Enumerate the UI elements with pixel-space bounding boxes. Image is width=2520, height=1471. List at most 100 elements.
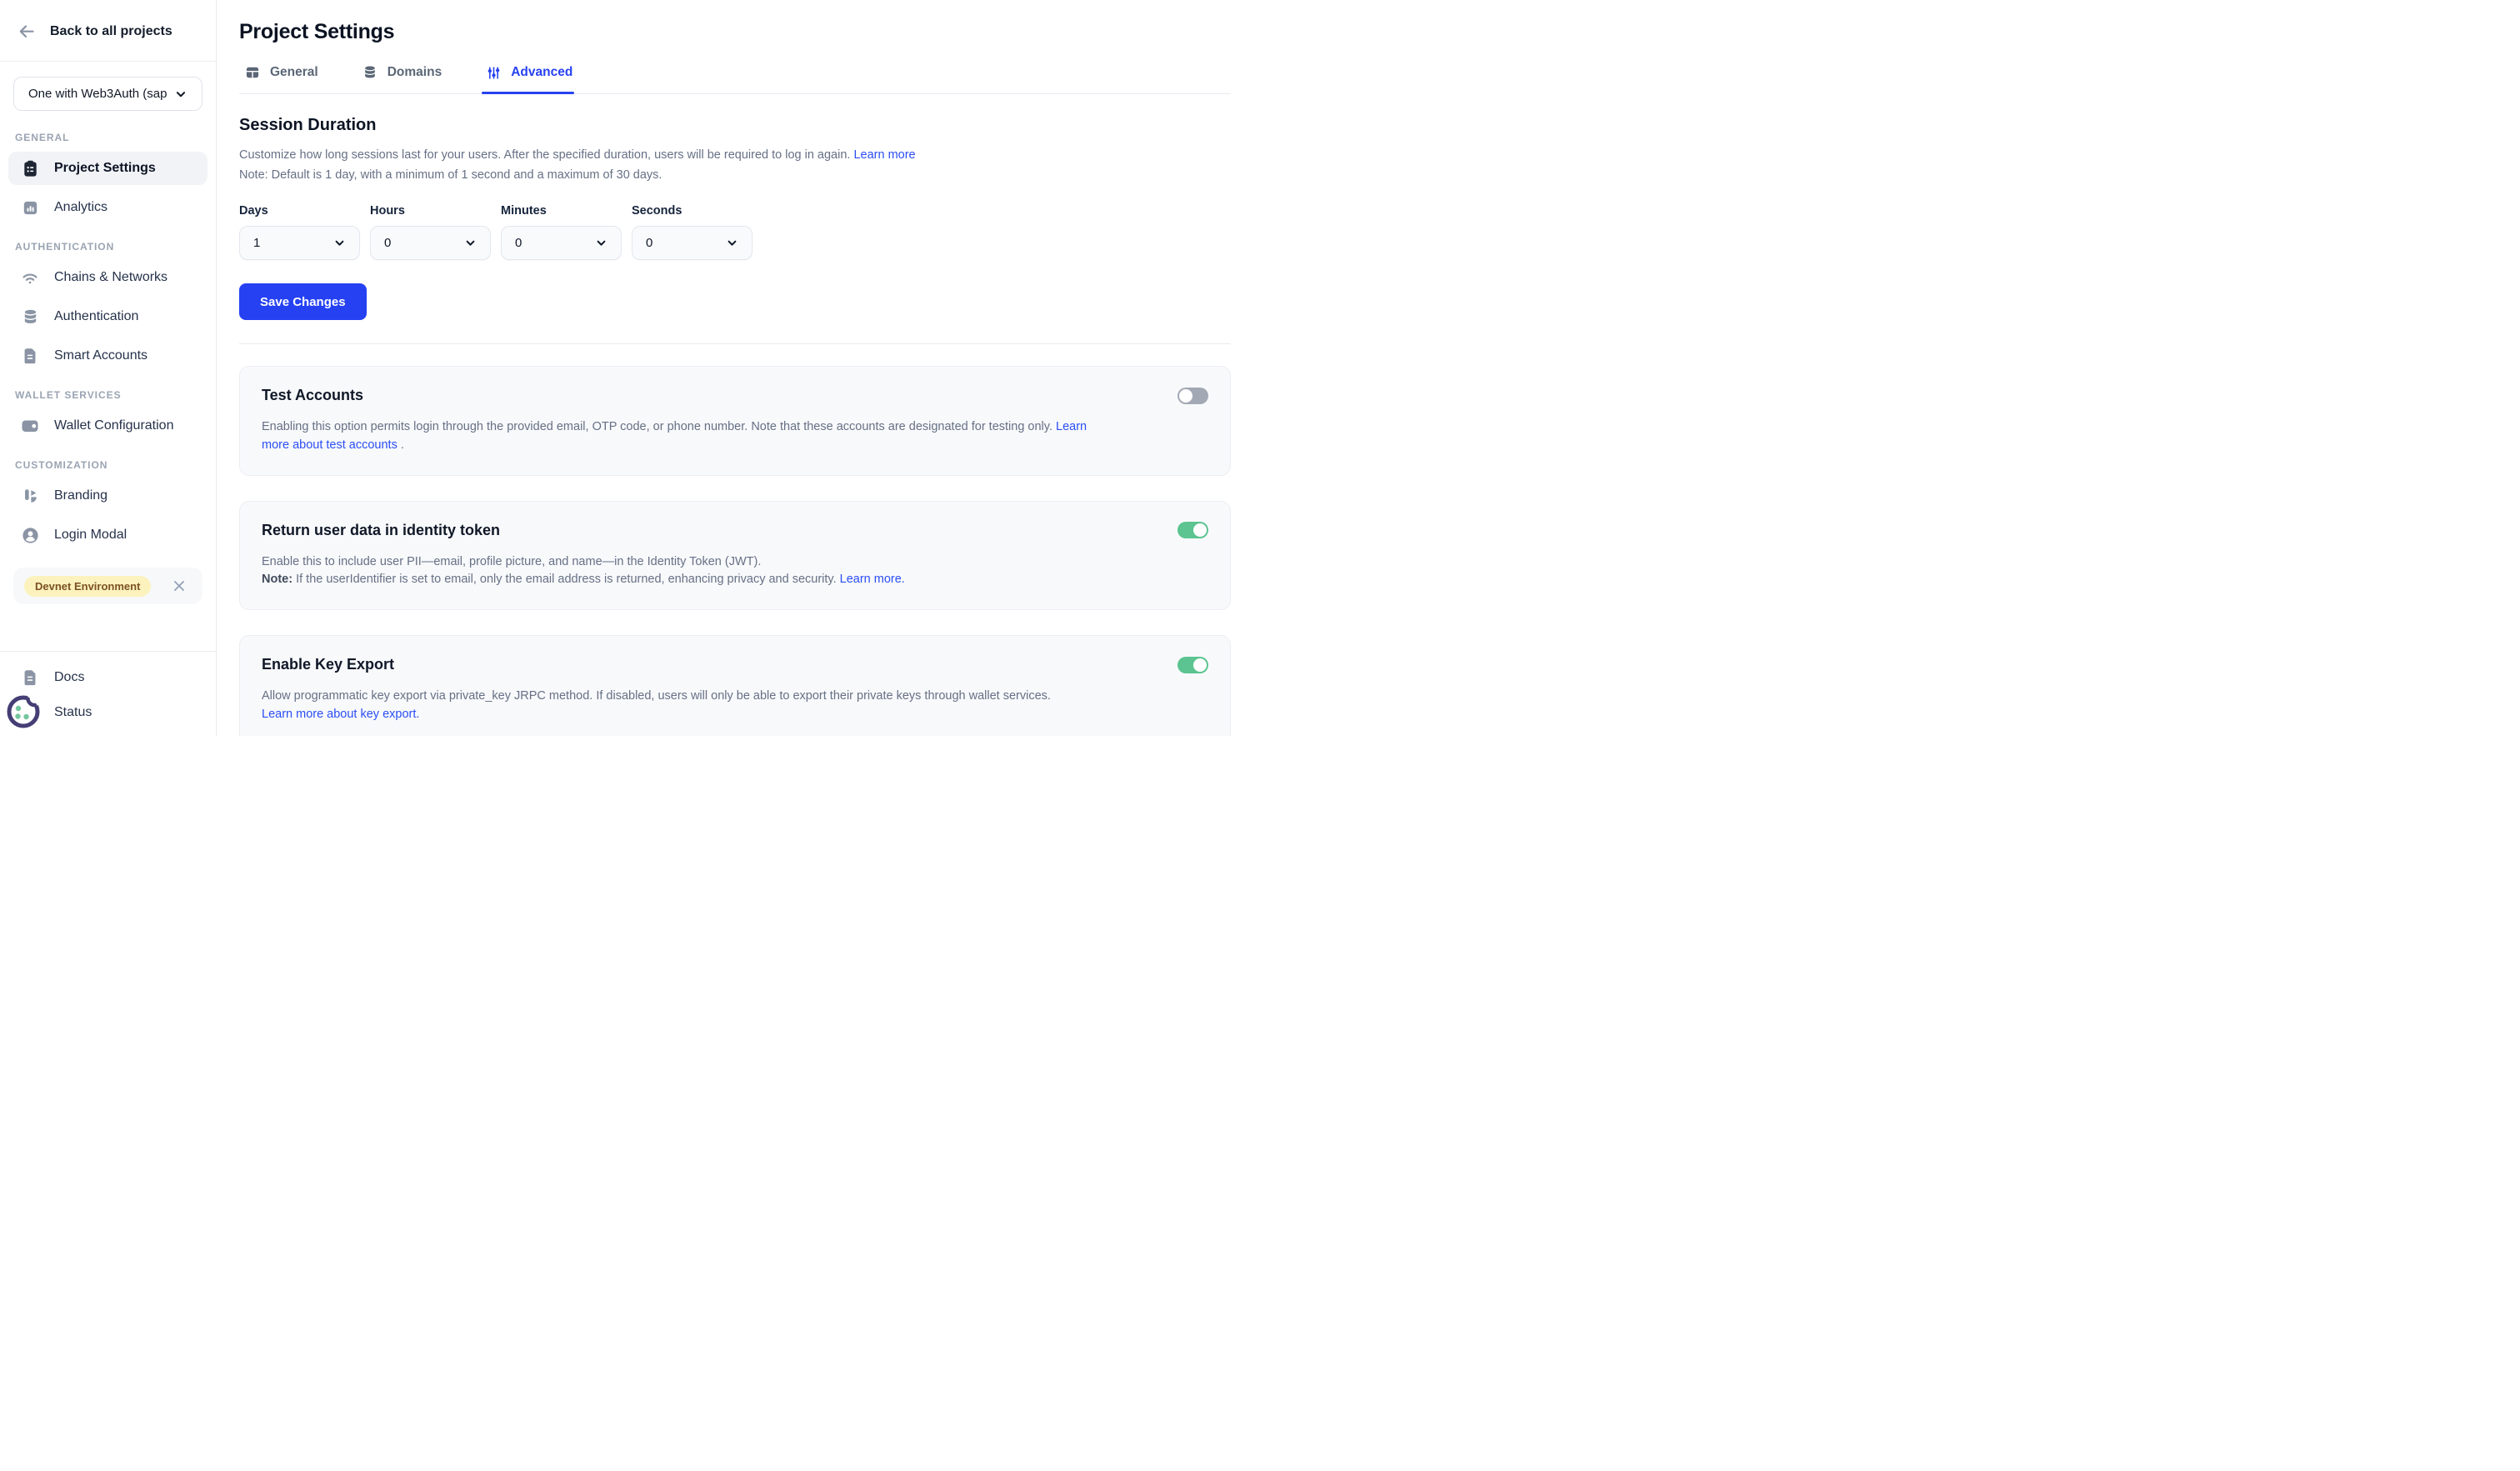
sidebar-item-label: Wallet Configuration [54,418,173,433]
sidebar-item-login-modal[interactable]: Login Modal [8,518,208,552]
sidebar-item-docs[interactable]: Docs [8,662,208,693]
days-value: 1 [253,236,260,250]
session-learn-more-link[interactable]: Learn more [853,148,915,162]
back-arrow-icon [17,22,37,42]
project-selector-value: One with Web3Auth (sap [28,87,167,101]
sliders-icon [483,63,503,83]
save-changes-button[interactable]: Save Changes [239,283,367,320]
section-divider [239,343,1231,344]
test-accounts-description-text: Enabling this option permits login throu… [262,420,1052,433]
days-label: Days [239,204,360,218]
document-icon [20,668,40,688]
tab-label: General [270,65,318,80]
test-accounts-description: Enabling this option permits login throu… [262,418,1099,455]
branding-icon [20,486,40,506]
back-to-projects-button[interactable]: Back to all projects [0,0,216,62]
duration-fields: Days 1 Hours 0 Minutes 0 [239,204,1231,260]
sidebar-section-customization: CUSTOMIZATION [15,459,201,471]
session-duration-description: Customize how long sessions last for you… [239,147,1231,164]
wifi-icon [20,268,40,288]
chevron-down-icon [591,233,611,253]
seconds-field: Seconds 0 [632,204,752,260]
project-selector-wrap: One with Web3Auth (sap [0,62,216,119]
table-icon [242,63,262,83]
key-export-learn-more-link[interactable]: Learn more about key export. [262,708,419,721]
test-accounts-card: Test Accounts Enabling this option permi… [239,366,1231,476]
back-to-projects-label: Back to all projects [50,24,172,39]
identity-token-card: Return user data in identity token Enabl… [239,501,1231,611]
test-accounts-suffix: . [398,438,404,452]
tab-domains[interactable]: Domains [358,63,443,93]
sidebar-item-authentication[interactable]: Authentication [8,300,208,333]
identity-token-note: Note: If the userIdentifier is set to em… [262,571,1208,589]
identity-token-toggle[interactable] [1178,522,1208,538]
page-title: Project Settings [239,20,1231,44]
tab-general[interactable]: General [241,63,320,93]
database-icon [20,307,40,327]
days-select[interactable]: 1 [239,226,360,260]
chevron-down-icon [460,233,480,253]
identity-token-learn-more-link[interactable]: Learn more. [840,573,905,586]
key-export-description: Allow programmatic key export via privat… [262,688,1208,706]
sidebar-item-branding[interactable]: Branding [8,479,208,513]
test-accounts-toggle[interactable] [1178,388,1208,404]
app-window: Back to all projects One with Web3Auth (… [0,0,1260,736]
chevron-down-icon [722,233,742,253]
hours-select[interactable]: 0 [370,226,491,260]
user-icon [20,525,40,545]
seconds-label: Seconds [632,204,752,218]
chevron-down-icon [171,84,191,104]
seconds-select[interactable]: 0 [632,226,752,260]
minutes-select[interactable]: 0 [501,226,622,260]
sidebar-item-label: Project Settings [54,161,156,176]
test-accounts-title: Test Accounts [262,387,363,404]
project-selector[interactable]: One with Web3Auth (sap [13,77,202,111]
chevron-down-icon [329,233,349,253]
session-duration-note: Note: Default is 1 day, with a minimum o… [239,167,1231,184]
sidebar-item-label: Docs [54,670,84,685]
sidebar-item-label: Smart Accounts [54,348,148,363]
sidebar-item-chains-networks[interactable]: Chains & Networks [8,261,208,294]
minutes-field: Minutes 0 [501,204,622,260]
wallet-icon [20,416,40,436]
environment-badge: Devnet Environment [24,576,151,597]
close-icon[interactable] [169,576,189,596]
sidebar-item-label: Chains & Networks [54,270,168,285]
minutes-value: 0 [515,236,522,250]
main-content: Project Settings General Domains Advance… [217,0,1260,736]
key-export-toggle[interactable] [1178,657,1208,673]
tab-label: Domains [388,65,442,80]
sidebar-section-general: GENERAL [15,132,201,143]
sidebar-item-label: Authentication [54,309,138,324]
sidebar-section-wallet-services: WALLET SERVICES [15,389,201,401]
clipboard-icon [20,158,40,178]
key-export-title: Enable Key Export [262,656,394,673]
sidebar-item-wallet-configuration[interactable]: Wallet Configuration [8,409,208,443]
cookie-icon[interactable] [5,691,45,731]
sidebar-item-project-settings[interactable]: Project Settings [8,152,208,185]
session-duration-title: Session Duration [239,116,1231,135]
database-icon [360,63,380,83]
sidebar-item-analytics[interactable]: Analytics [8,191,208,224]
hours-value: 0 [384,236,391,250]
tab-advanced[interactable]: Advanced [482,63,574,93]
session-description-text: Customize how long sessions last for you… [239,148,850,162]
days-field: Days 1 [239,204,360,260]
identity-token-line1: Enable this to include user PII—email, p… [262,553,1208,572]
hours-label: Hours [370,204,491,218]
bar-chart-icon [20,198,40,218]
seconds-value: 0 [646,236,652,250]
settings-cards: Test Accounts Enabling this option permi… [239,366,1231,736]
identity-token-title: Return user data in identity token [262,522,500,539]
key-export-card: Enable Key Export Allow programmatic key… [239,635,1231,736]
tab-label: Advanced [511,65,572,80]
sidebar: Back to all projects One with Web3Auth (… [0,0,217,736]
minutes-label: Minutes [501,204,622,218]
identity-token-note-label: Note: [262,573,292,586]
tab-bar: General Domains Advanced [239,63,1231,94]
sidebar-nav: GENERAL Project Settings Analytics AUTHE… [0,119,216,651]
sidebar-item-label: Analytics [54,200,108,215]
sidebar-section-authentication: AUTHENTICATION [15,241,201,253]
sidebar-item-smart-accounts[interactable]: Smart Accounts [8,339,208,373]
sidebar-item-label: Status [54,705,92,720]
